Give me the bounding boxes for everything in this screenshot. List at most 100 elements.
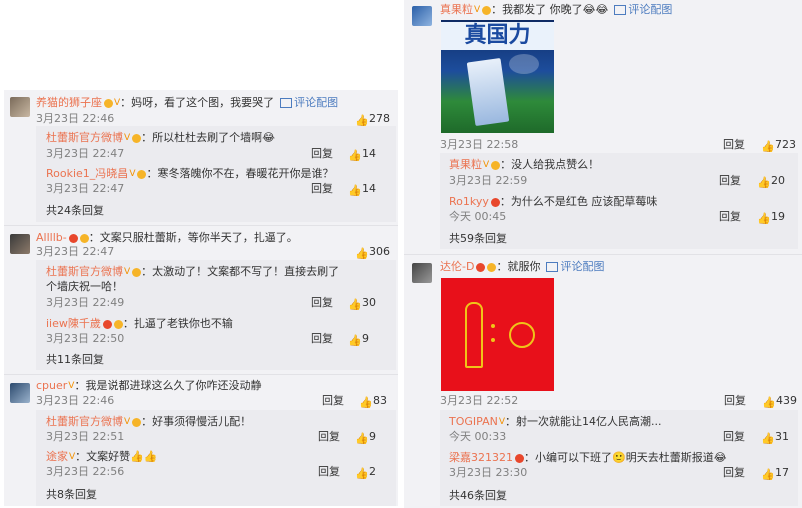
reply-date: 今天 00:33 xyxy=(449,430,507,443)
avatar[interactable] xyxy=(412,263,432,283)
like-button[interactable]: 👍83 xyxy=(359,394,387,409)
verified-icon: V xyxy=(124,133,131,143)
like-button[interactable]: 👍14 xyxy=(348,147,376,162)
reply-button[interactable]: 回复 xyxy=(311,332,333,346)
reply-button[interactable]: 回复 xyxy=(719,174,741,188)
avatar[interactable] xyxy=(412,6,432,26)
reply-author[interactable]: 杜蕾斯官方微博 xyxy=(46,265,123,278)
ring-shape-icon xyxy=(509,322,535,348)
reply-author[interactable]: 途家 xyxy=(46,450,68,463)
like-button[interactable]: 👍439 xyxy=(762,394,797,409)
like-button[interactable]: 👍17 xyxy=(761,466,789,481)
comment-author[interactable]: Allllb- xyxy=(36,231,67,244)
more-replies-link[interactable]: 共24条回复 xyxy=(46,204,104,218)
like-button[interactable]: 👍20 xyxy=(757,174,785,189)
like-button[interactable]: 👍31 xyxy=(761,430,789,445)
comment-text: ：妈呀，看了这个图，我要哭了 xyxy=(120,96,275,109)
reply-text: ：文案好赞👍👍 xyxy=(75,450,158,463)
thumbs-up-icon: 👍 xyxy=(355,467,369,480)
member-badge-icon xyxy=(102,319,112,329)
reply-text: ：太激动了！文案都不写了！直接去刷了 xyxy=(141,265,340,278)
more-replies-link[interactable]: 共8条回复 xyxy=(46,488,97,502)
like-button[interactable]: 👍723 xyxy=(761,138,796,153)
verified-icon: V xyxy=(483,160,490,170)
image-icon xyxy=(546,262,559,272)
like-button[interactable]: 👍9 xyxy=(348,332,369,347)
more-replies-link[interactable]: 共11条回复 xyxy=(46,353,104,367)
verified-icon: V xyxy=(474,5,481,15)
avatar[interactable] xyxy=(10,234,30,254)
image-icon xyxy=(614,5,627,15)
like-button[interactable]: 👍30 xyxy=(348,296,376,311)
reply: 杜蕾斯官方微博V ：所以杜杜去刷了个墙啊😂 xyxy=(46,131,275,145)
reply-date: 3月23日 22:50 xyxy=(46,332,125,345)
thumbs-up-icon: 👍 xyxy=(348,334,362,347)
reply-date: 3月23日 22:56 xyxy=(46,465,125,478)
comment-image-link[interactable]: 评论配图 xyxy=(280,96,338,109)
member-badge-icon xyxy=(132,267,142,277)
comment-text: ：我是说都进球这么久了你咋还没动静 xyxy=(74,379,262,392)
member-badge-icon xyxy=(476,262,486,272)
like-button[interactable]: 👍14 xyxy=(348,182,376,197)
reply-button[interactable]: 回复 xyxy=(311,182,333,196)
reply-author[interactable]: iiew陳千歲 xyxy=(46,317,101,330)
reply-author[interactable]: Ro1kyy xyxy=(449,195,489,208)
reply: 真果粒V ：没人给我点赞么！ xyxy=(449,158,599,172)
member-badge-icon xyxy=(132,417,142,427)
comment-date: 3月23日 22:46 xyxy=(36,394,115,407)
avatar[interactable] xyxy=(10,383,30,403)
more-replies-link[interactable]: 共46条回复 xyxy=(449,489,507,503)
reply-button[interactable]: 回复 xyxy=(311,147,333,161)
reply-author[interactable]: TOGIPAN xyxy=(449,415,498,428)
divider xyxy=(4,374,398,375)
like-button[interactable]: 👍9 xyxy=(355,430,376,445)
comment-date: 3月23日 22:58 xyxy=(440,138,519,151)
like-button[interactable]: 👍19 xyxy=(757,210,785,225)
reply-author[interactable]: 梁嘉321321 xyxy=(449,451,513,464)
comment-image-link[interactable]: 评论配图 xyxy=(614,3,672,16)
avatar[interactable] xyxy=(10,97,30,117)
reply-date: 3月23日 22:47 xyxy=(46,147,125,160)
member-badge-icon xyxy=(132,133,142,143)
reply-button[interactable]: 回复 xyxy=(724,394,746,408)
thumbs-up-icon: 👍 xyxy=(355,114,369,127)
reply-button[interactable]: 回复 xyxy=(318,465,340,479)
reply-button[interactable]: 回复 xyxy=(723,430,745,444)
thumbs-up-icon: 👍 xyxy=(348,298,362,311)
reply-button[interactable]: 回复 xyxy=(311,296,333,310)
comment: Allllb- ：文案只服杜蕾斯，等你半天了，扎逼了。 xyxy=(36,231,298,245)
level-badge-icon xyxy=(113,319,123,329)
reply-author[interactable]: Rookie1_冯晓昌 xyxy=(46,167,128,180)
reply-button[interactable]: 回复 xyxy=(723,138,745,152)
reply-button[interactable]: 回复 xyxy=(719,210,741,224)
like-button[interactable]: 👍2 xyxy=(355,465,376,480)
comment-text: ：文案只服杜蕾斯，等你半天了，扎逼了。 xyxy=(88,231,298,244)
verified-icon: V xyxy=(124,417,131,427)
reply-author[interactable]: 杜蕾斯官方微博 xyxy=(46,415,123,428)
comment-image-link[interactable]: 评论配图 xyxy=(546,260,604,273)
reply: 杜蕾斯官方微博V ：太激动了！文案都不写了！直接去刷了 xyxy=(46,265,339,279)
reply-author[interactable]: 真果粒 xyxy=(449,158,482,171)
reply-button[interactable]: 回复 xyxy=(318,430,340,444)
more-replies-link[interactable]: 共59条回复 xyxy=(449,232,507,246)
reply: 杜蕾斯官方微博V ：好事须得慢活儿配！ xyxy=(46,415,251,429)
reply-button[interactable]: 回复 xyxy=(322,394,344,408)
comment-text: ：我都发了 你晚了😂😂 xyxy=(491,3,609,16)
comment-image[interactable]: 真国力 xyxy=(441,20,554,133)
comment-author[interactable]: 养猫的狮子座 xyxy=(36,96,102,109)
member-badge-icon xyxy=(515,453,524,463)
like-button[interactable]: 👍306 xyxy=(355,245,390,260)
reply-text-continued: 个墙庆祝一哈！ xyxy=(46,280,123,293)
reply: Rookie1_冯晓昌V ：寒冬落魄你不在，春暖花开你是谁？ xyxy=(46,167,333,181)
thumbs-up-icon: 👍 xyxy=(355,247,369,260)
thumbs-up-icon: 👍 xyxy=(348,184,362,197)
comment-author[interactable]: 真果粒 xyxy=(440,3,473,16)
like-button[interactable]: 👍278 xyxy=(355,112,390,127)
member-badge-icon xyxy=(482,5,492,15)
thumbs-up-icon: 👍 xyxy=(761,468,775,481)
comment-author[interactable]: 达伦-D xyxy=(440,260,474,273)
reply-button[interactable]: 回复 xyxy=(723,466,745,480)
reply-author[interactable]: 杜蕾斯官方微博 xyxy=(46,131,123,144)
comment-author[interactable]: cpuer xyxy=(36,379,67,392)
comment-image[interactable] xyxy=(441,278,554,391)
